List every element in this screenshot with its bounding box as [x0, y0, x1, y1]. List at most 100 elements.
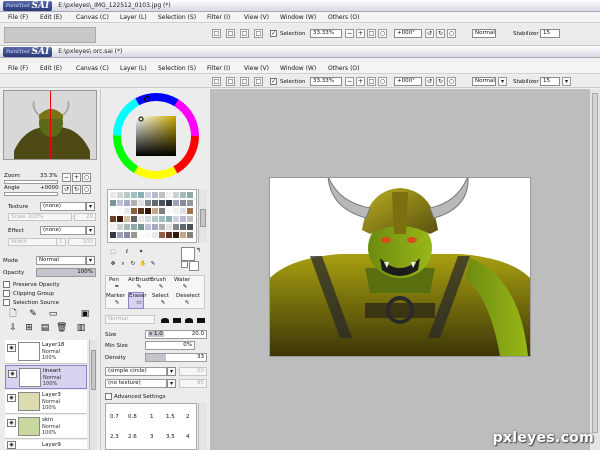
color-swatch[interactable]	[159, 200, 165, 206]
color-swatch[interactable]	[159, 192, 165, 198]
color-swatch[interactable]	[152, 224, 158, 230]
menu-file[interactable]: File (F)	[8, 65, 28, 72]
color-swatch[interactable]	[145, 232, 151, 238]
back-rotate-right-button[interactable]: ↻	[436, 29, 445, 38]
color-swatch[interactable]	[131, 232, 137, 238]
size-preset[interactable]: 4	[186, 434, 190, 440]
back-zoom-reset-button[interactable]: ○	[378, 29, 387, 38]
color-swatch[interactable]	[166, 216, 172, 222]
nav-rotate-reset-button[interactable]: ○	[82, 185, 91, 194]
back-tool-button[interactable]: □	[212, 29, 221, 38]
color-swatch[interactable]	[138, 192, 144, 198]
color-swatch[interactable]	[110, 208, 116, 214]
layers-scrollbar[interactable]	[89, 340, 97, 450]
back-rotation-field[interactable]: +000°	[394, 29, 422, 38]
color-swatch[interactable]	[152, 192, 158, 198]
color-swatch[interactable]	[138, 216, 144, 222]
color-swatch[interactable]	[110, 192, 116, 198]
menu-selection[interactable]: Selection (S)	[158, 14, 196, 21]
brush-shape-preset[interactable]	[173, 318, 181, 323]
color-swatch[interactable]	[159, 224, 165, 230]
texture-dropdown-button[interactable]: ▾	[86, 202, 95, 211]
color-swatch[interactable]	[110, 200, 116, 206]
color-swatch[interactable]	[145, 192, 151, 198]
brush-shape-preset[interactable]	[185, 318, 193, 323]
menu-view[interactable]: View (V)	[244, 65, 269, 72]
density-slider[interactable]: 33	[145, 353, 207, 362]
color-swatch[interactable]	[152, 216, 158, 222]
color-swatch[interactable]	[131, 208, 137, 214]
color-swatch[interactable]	[159, 216, 165, 222]
blend-dropdown-button[interactable]: ▾	[498, 77, 507, 86]
back-rotate-reset-button[interactable]: ○	[447, 29, 456, 38]
layers-scrollbar-thumb[interactable]	[91, 350, 96, 390]
rotate-left-button[interactable]: ↺	[425, 77, 434, 86]
new-linework-layer-icon[interactable]: ✎	[28, 310, 38, 321]
back-zoom-out-button[interactable]: −	[345, 29, 354, 38]
swap-colors-icon[interactable]: ↰	[196, 247, 201, 254]
blend-select[interactable]: Normal	[472, 77, 496, 86]
stabilizer-field[interactable]: 15	[540, 77, 560, 86]
color-swatch[interactable]	[145, 200, 151, 206]
canvas-area[interactable]	[210, 89, 589, 450]
zoom-in-button[interactable]: +	[356, 77, 365, 86]
rotate-reset-button[interactable]: ○	[447, 77, 456, 86]
tool-button[interactable]: □	[254, 77, 263, 86]
color-swatch[interactable]	[117, 208, 123, 214]
tool-button[interactable]: □	[240, 77, 249, 86]
color-swatch[interactable]	[173, 232, 179, 238]
layer-visibility-icon[interactable]: ◉	[7, 441, 16, 449]
nav-zoom-reset-button[interactable]: ○	[82, 173, 91, 182]
layer-item-selected[interactable]: ◉ lineart Normal 100%	[5, 365, 87, 389]
layer-visibility-icon[interactable]: ◉	[7, 394, 16, 402]
zoom-field[interactable]: 33.33%	[310, 77, 342, 86]
back-window-titlebar[interactable]: PaintTool SAI E:\pxleyes\_IMG_122512_010…	[0, 0, 600, 12]
size-preset[interactable]: 2.3	[110, 434, 119, 440]
size-presets-scrollbar[interactable]	[198, 403, 207, 450]
color-swatch[interactable]	[152, 208, 158, 214]
navigator-preview[interactable]	[3, 90, 97, 160]
new-folder-icon[interactable]: ▭	[48, 310, 58, 321]
advanced-settings-checkbox[interactable]	[105, 393, 112, 400]
color-swatch[interactable]	[124, 208, 130, 214]
size-preset[interactable]: 3	[150, 434, 154, 440]
layer-visibility-icon[interactable]: ◉	[7, 344, 16, 352]
size-preset[interactable]: 3.5	[166, 434, 175, 440]
tool-water[interactable]: Water	[174, 277, 190, 283]
size-preset[interactable]: 1	[150, 414, 154, 420]
color-swatch[interactable]	[131, 192, 137, 198]
color-swatch[interactable]	[152, 232, 158, 238]
color-swatch[interactable]	[187, 224, 193, 230]
color-swatch[interactable]	[131, 200, 137, 206]
menu-window[interactable]: Window (W)	[280, 65, 316, 72]
color-swatch[interactable]	[124, 216, 130, 222]
canvas-scrollbar-thumb[interactable]	[592, 93, 598, 433]
color-swatch[interactable]	[138, 200, 144, 206]
size-preset[interactable]: 0.7	[110, 414, 119, 420]
color-swatch[interactable]	[166, 232, 172, 238]
canvas-document[interactable]	[270, 178, 530, 356]
color-swatch[interactable]	[145, 224, 151, 230]
nav-zoom-out-button[interactable]: −	[62, 173, 71, 182]
nav-rotate-left-button[interactable]: ↺	[62, 185, 71, 194]
layer-mode-dropdown-button[interactable]: ▾	[86, 256, 95, 265]
layer-item[interactable]: ◉ Layer9	[5, 440, 87, 450]
tool-pen[interactable]: Pen	[106, 277, 122, 283]
color-swatch[interactable]	[187, 216, 193, 222]
swatch-scrollbar-thumb[interactable]	[200, 209, 206, 227]
selection-checkbox[interactable]: ✓	[270, 78, 277, 85]
clear-layer-icon[interactable]: ▤	[40, 324, 50, 335]
menu-layer[interactable]: Layer (L)	[120, 65, 147, 72]
brush-texture-dropdown-button[interactable]: ▾	[167, 379, 176, 388]
brush-texture-select[interactable]: (no texture)	[105, 379, 167, 388]
tool-deselect[interactable]: Deselect	[176, 293, 200, 299]
brush-shape-select[interactable]: (simple circle)	[105, 367, 167, 376]
color-swatch[interactable]	[187, 208, 193, 214]
size-preset[interactable]: 1.5	[166, 414, 175, 420]
color-swatch[interactable]	[117, 200, 123, 206]
angle-slider[interactable]	[4, 192, 58, 196]
color-swatch[interactable]	[124, 192, 130, 198]
color-swatch[interactable]	[173, 208, 179, 214]
color-swatch[interactable]	[180, 208, 186, 214]
color-swatches[interactable]	[107, 189, 197, 243]
